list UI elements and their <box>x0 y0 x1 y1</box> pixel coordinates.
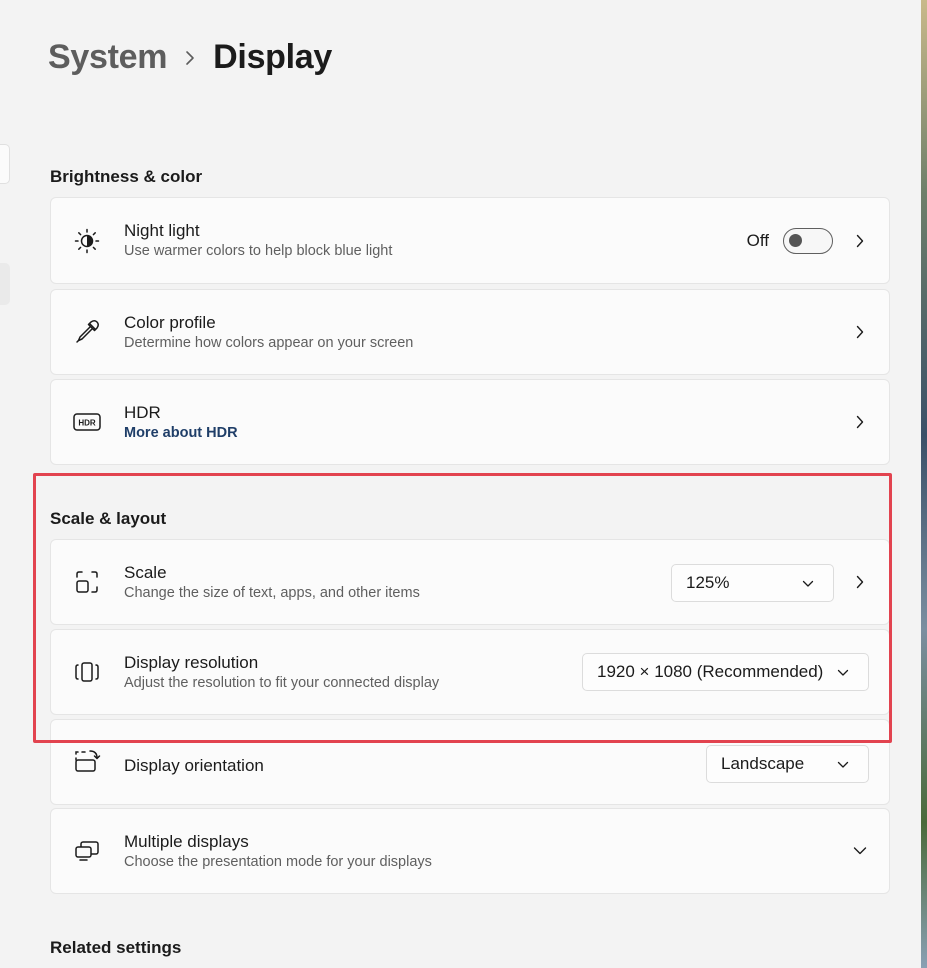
nav-selected-item[interactable] <box>0 263 10 305</box>
hdr-row[interactable]: HDR HDR More about HDR <box>50 379 890 465</box>
chevron-right-icon[interactable] <box>853 325 867 339</box>
multiple-displays-title: Multiple displays <box>124 831 249 851</box>
scale-value: 125% <box>686 573 730 592</box>
multiple-displays-text: Multiple displays Choose the presentatio… <box>124 831 432 872</box>
breadcrumb-system-link[interactable]: System <box>48 38 167 77</box>
display-resolution-row[interactable]: Display resolution Adjust the resolution… <box>50 629 890 715</box>
night-light-row[interactable]: Night light Use warmer colors to help bl… <box>50 197 890 284</box>
night-light-subtitle: Use warmer colors to help block blue lig… <box>124 243 393 259</box>
display-orientation-text: Display orientation <box>124 755 264 776</box>
desktop-background-strip <box>921 0 927 968</box>
chevron-down-icon <box>836 666 850 680</box>
display-orientation-value: Landscape <box>721 754 805 773</box>
display-resolution-value: 1920 × 1080 (Recommended) <box>597 662 824 681</box>
hdr-icon: HDR <box>73 408 101 436</box>
settings-window: System Display Brightness & color Night … <box>0 0 921 968</box>
orientation-icon <box>73 748 101 776</box>
color-profile-title: Color profile <box>124 312 216 332</box>
hdr-title: HDR <box>124 402 161 422</box>
more-about-hdr-link[interactable]: More about HDR <box>124 423 238 443</box>
night-light-text: Night light Use warmer colors to help bl… <box>124 220 392 261</box>
multiple-displays-subtitle: Choose the presentation mode for your di… <box>124 853 432 870</box>
chevron-right-icon[interactable] <box>853 234 867 248</box>
color-profile-text: Color profile Determine how colors appea… <box>124 312 413 353</box>
section-title-scale-layout: Scale & layout <box>50 509 167 528</box>
color-profile-subtitle: Determine how colors appear on your scre… <box>124 334 414 351</box>
night-light-title: Night light <box>124 221 200 240</box>
chevron-down-icon <box>836 758 850 772</box>
scale-dropdown[interactable]: 125% <box>671 564 834 602</box>
scale-row[interactable]: Scale Change the size of text, apps, and… <box>50 539 890 625</box>
display-resolution-title: Display resolution <box>124 652 259 672</box>
scale-title: Scale <box>124 562 167 582</box>
chevron-right-icon[interactable] <box>853 575 867 589</box>
section-title-related-settings: Related settings <box>50 938 182 957</box>
chevron-right-icon <box>167 50 213 66</box>
scale-subtitle: Change the size of text, apps, and other… <box>124 584 420 601</box>
display-orientation-title: Display orientation <box>124 756 264 775</box>
display-orientation-row[interactable]: Display orientation Landscape <box>50 719 890 805</box>
display-resolution-dropdown[interactable]: 1920 × 1080 (Recommended) <box>582 653 869 691</box>
chevron-down-icon <box>801 577 815 591</box>
display-orientation-dropdown[interactable]: Landscape <box>706 745 869 783</box>
brightness-icon <box>73 227 101 255</box>
section-title-brightness: Brightness & color <box>50 167 203 186</box>
display-resolution-text: Display resolution Adjust the resolution… <box>124 652 439 693</box>
scale-icon <box>73 568 101 596</box>
page-title: Display <box>213 38 333 76</box>
chevron-down-icon[interactable] <box>853 844 867 858</box>
multiple-displays-icon <box>73 837 101 865</box>
display-resolution-subtitle: Adjust the resolution to fit your connec… <box>124 674 440 691</box>
color-profile-row[interactable]: Color profile Determine how colors appea… <box>50 289 890 375</box>
night-light-toggle[interactable] <box>783 227 833 254</box>
hdr-text: HDR More about HDR <box>124 402 238 443</box>
toggle-knob <box>789 233 802 247</box>
resolution-icon <box>73 658 101 686</box>
chevron-right-icon[interactable] <box>853 415 867 429</box>
hdr-icon-text: HDR <box>78 419 96 428</box>
multiple-displays-row[interactable]: Multiple displays Choose the presentatio… <box>50 808 890 894</box>
night-light-state: Off <box>746 230 769 250</box>
breadcrumb: System Display <box>48 38 332 77</box>
scale-text: Scale Change the size of text, apps, and… <box>124 562 420 603</box>
eyedropper-icon <box>73 318 101 346</box>
nav-search-box[interactable] <box>0 144 10 184</box>
night-light-toggle-group: Off <box>746 227 833 254</box>
